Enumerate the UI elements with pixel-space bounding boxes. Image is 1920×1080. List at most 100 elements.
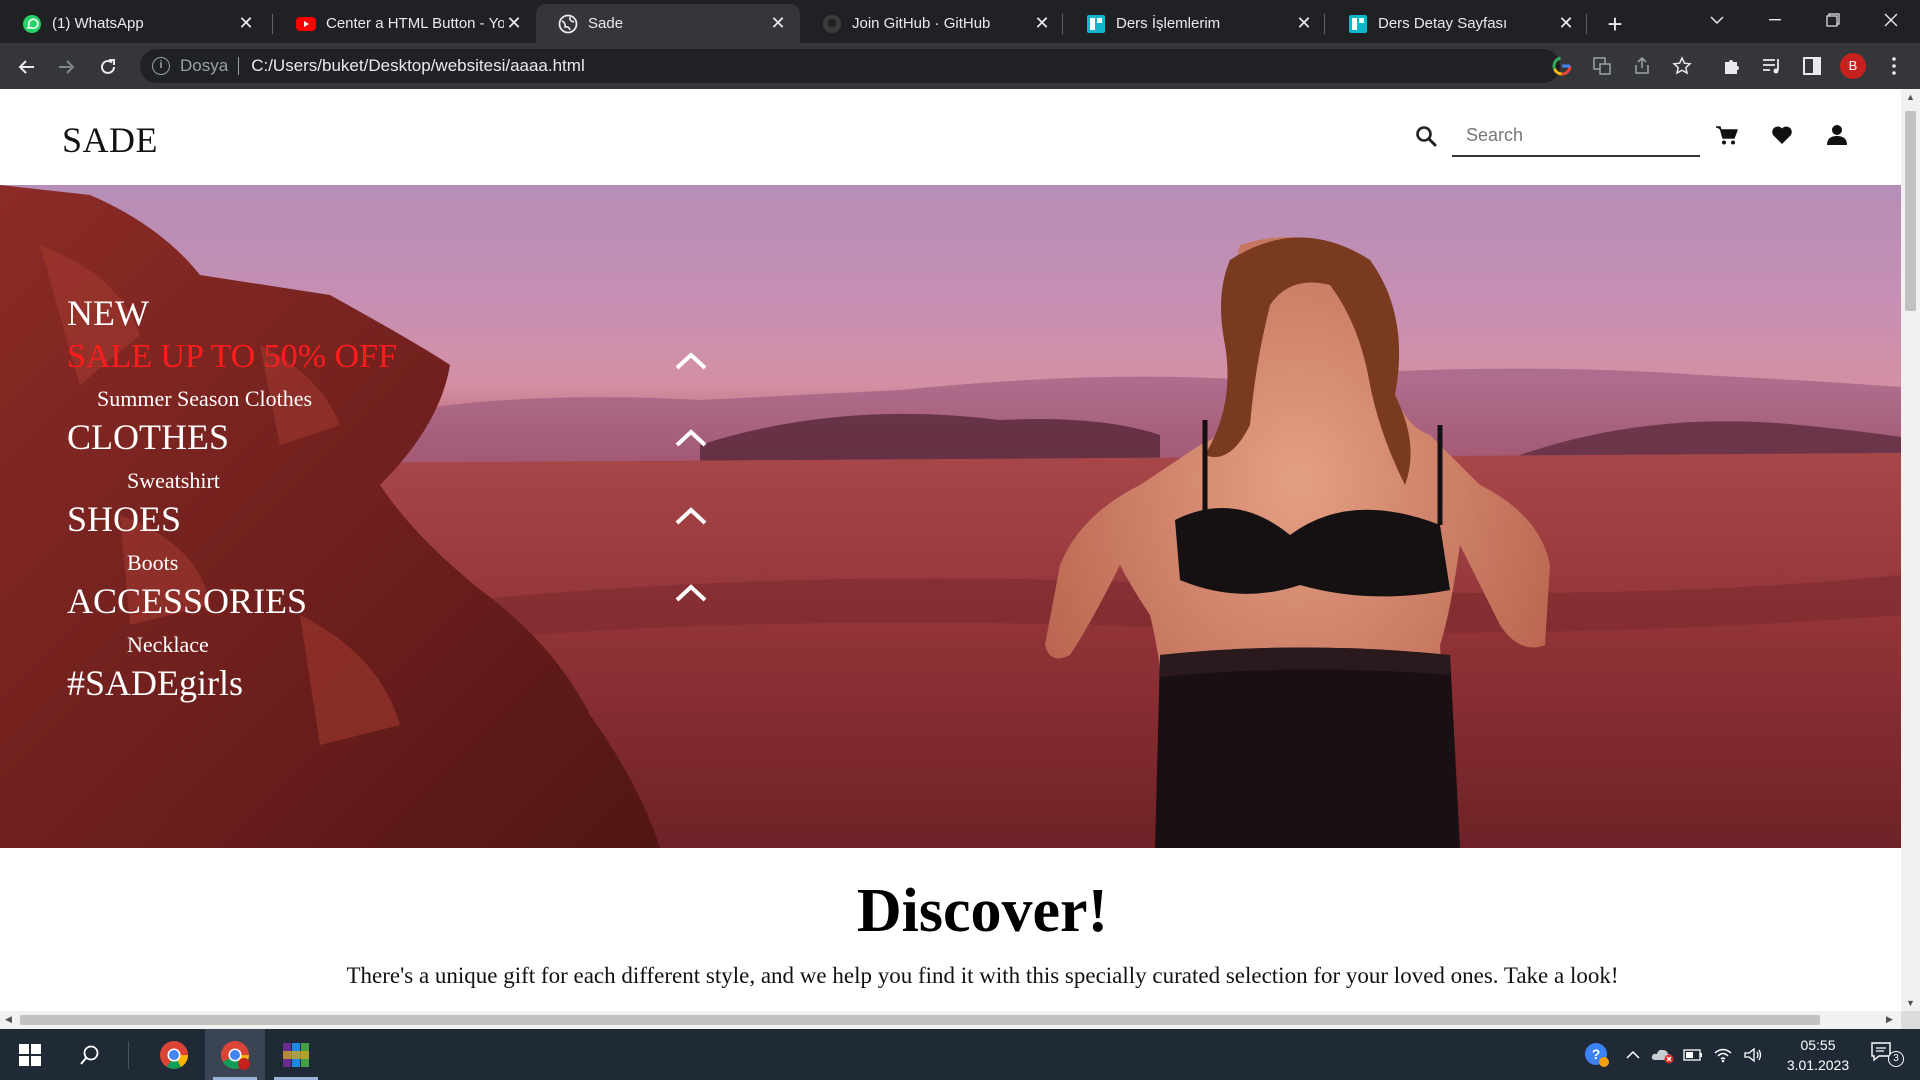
window-controls: [1688, 0, 1920, 40]
globe-icon: [558, 14, 578, 34]
site-logo[interactable]: SADE: [62, 119, 158, 161]
hero-category-menu: NEW SALE UP TO 50% OFF Summer Season Clo…: [67, 293, 397, 703]
close-tab-icon[interactable]: ✕: [1556, 13, 1576, 34]
onedrive-icon[interactable]: [1648, 1046, 1678, 1064]
search-input[interactable]: [1452, 115, 1700, 157]
menu-boots[interactable]: Boots: [67, 545, 397, 581]
system-tray: ?: [1582, 1029, 1768, 1080]
close-tab-icon[interactable]: ✕: [504, 13, 524, 34]
chevron-up-icon[interactable]: [673, 505, 709, 527]
menu-sweatshirt[interactable]: Sweatshirt: [67, 463, 397, 499]
search-icon[interactable]: [1415, 125, 1437, 147]
tab-title: Ders İşlemlerim: [1116, 15, 1221, 32]
notification-count-badge: 3: [1888, 1051, 1904, 1067]
scroll-down-arrow-icon[interactable]: ▼: [1906, 998, 1915, 1008]
scroll-thumb[interactable]: [1905, 111, 1916, 311]
url-text[interactable]: C:/Users/buket/Desktop/websitesi/aaaa.ht…: [251, 56, 585, 76]
app-icon: [1086, 14, 1106, 34]
forward-button[interactable]: [51, 51, 83, 83]
menu-shoes[interactable]: SHOES: [67, 499, 397, 539]
close-tab-icon[interactable]: ✕: [236, 13, 256, 34]
tab-ders-islemlerim[interactable]: Ders İşlemlerim ✕: [1064, 4, 1326, 43]
tab-title: Ders Detay Sayfası: [1378, 15, 1508, 32]
menu-accessories[interactable]: ACCESSORIES: [67, 581, 397, 621]
new-tab-button[interactable]: +: [1598, 7, 1632, 41]
menu-summer-clothes[interactable]: Summer Season Clothes: [67, 381, 397, 417]
minimize-button[interactable]: [1746, 0, 1804, 40]
tab-strip: (1) WhatsApp ✕ Center a HTML Button - Yo…: [0, 0, 1920, 43]
chevron-up-icon[interactable]: [673, 350, 709, 372]
tab-title: Join GitHub · GitHub: [852, 15, 991, 32]
menu-sale[interactable]: SALE UP TO 50% OFF: [67, 333, 397, 381]
hero-banner: NEW SALE UP TO 50% OFF Summer Season Clo…: [0, 185, 1901, 848]
menu-kebab-icon[interactable]: [1880, 52, 1908, 80]
restore-button[interactable]: [1804, 0, 1862, 40]
bookmark-star-icon[interactable]: [1668, 52, 1696, 80]
taskbar-divider: [128, 1041, 129, 1069]
close-tab-icon[interactable]: ✕: [1032, 13, 1052, 34]
windows-taskbar: ? 05:55 3.01.2023 3: [0, 1029, 1920, 1080]
tab-whatsapp[interactable]: (1) WhatsApp ✕: [0, 4, 268, 43]
browser-toolbar: i Dosya C:/Users/buket/Desktop/websitesi…: [0, 43, 1920, 89]
scroll-up-arrow-icon[interactable]: ▲: [1906, 92, 1915, 102]
volume-icon[interactable]: [1738, 1047, 1768, 1063]
cart-icon[interactable]: [1715, 123, 1739, 147]
tab-title: (1) WhatsApp: [52, 15, 144, 32]
user-icon[interactable]: [1825, 123, 1849, 147]
translate-icon[interactable]: [1588, 52, 1616, 80]
menu-new[interactable]: NEW: [67, 293, 397, 333]
back-button[interactable]: [10, 51, 42, 83]
tab-search-icon[interactable]: [1688, 0, 1746, 40]
side-panel-icon[interactable]: [1798, 52, 1826, 80]
menu-clothes[interactable]: CLOTHES: [67, 417, 397, 457]
scroll-left-arrow-icon[interactable]: ◀: [5, 1014, 12, 1025]
tab-youtube[interactable]: Center a HTML Button - Yo ✕: [274, 4, 536, 43]
close-tab-icon[interactable]: ✕: [1294, 13, 1314, 34]
extensions-icon[interactable]: [1718, 52, 1746, 80]
app-icon: [1348, 14, 1368, 34]
taskbar-clock[interactable]: 05:55 3.01.2023: [1770, 1035, 1866, 1075]
chevron-up-icon[interactable]: [673, 427, 709, 449]
horizontal-scrollbar[interactable]: ◀ ▶: [0, 1011, 1901, 1029]
scroll-thumb[interactable]: [20, 1015, 1820, 1025]
discover-description: There's a unique gift for each different…: [346, 963, 1619, 988]
close-tab-icon[interactable]: ✕: [768, 13, 788, 34]
address-bar[interactable]: i Dosya C:/Users/buket/Desktop/websitesi…: [140, 49, 1560, 83]
menu-hashtag[interactable]: #SADEgirls: [67, 663, 397, 703]
google-icon[interactable]: [1548, 52, 1576, 80]
heart-icon[interactable]: [1770, 123, 1794, 147]
site-header: SADE: [0, 89, 1901, 185]
chrome-app-icon[interactable]: [144, 1029, 204, 1080]
chevron-up-icon[interactable]: [673, 582, 709, 604]
wifi-icon[interactable]: [1708, 1047, 1738, 1063]
scroll-right-arrow-icon[interactable]: ▶: [1886, 1014, 1893, 1025]
discover-heading: Discover!: [856, 877, 1109, 945]
profile-avatar[interactable]: B: [1840, 53, 1866, 79]
tab-github[interactable]: Join GitHub · GitHub ✕: [800, 4, 1064, 43]
chrome-profile-app-icon[interactable]: [205, 1029, 265, 1080]
scrollbar-corner: [1901, 1011, 1920, 1029]
whatsapp-icon: [22, 14, 42, 34]
search-icon[interactable]: [60, 1029, 120, 1080]
vertical-scrollbar[interactable]: ▲ ▼: [1901, 89, 1920, 1011]
tab-ders-detay[interactable]: Ders Detay Sayfası ✕: [1326, 4, 1588, 43]
tab-divider: [1324, 14, 1325, 34]
menu-necklace[interactable]: Necklace: [67, 627, 397, 663]
reload-button[interactable]: [92, 51, 124, 83]
share-icon[interactable]: [1628, 52, 1656, 80]
chevron-up-icon[interactable]: [1618, 1050, 1648, 1060]
help-icon[interactable]: ?: [1582, 1042, 1612, 1068]
divider: [238, 57, 240, 75]
start-button[interactable]: [0, 1029, 60, 1080]
github-icon: [822, 14, 842, 34]
clock-time: 05:55: [1800, 1037, 1836, 1053]
winrar-app-icon[interactable]: [266, 1029, 326, 1080]
media-control-icon[interactable]: [1758, 52, 1786, 80]
site-info-icon[interactable]: i: [152, 57, 170, 75]
battery-icon[interactable]: [1678, 1048, 1708, 1061]
notification-center-button[interactable]: 3: [1868, 1039, 1904, 1069]
tab-sade[interactable]: Sade ✕: [536, 4, 800, 43]
close-window-button[interactable]: [1862, 0, 1920, 40]
scheme-label: Dosya: [180, 56, 229, 75]
page-viewport: SADE Search NEW SALE UP TO 50% OFF Summe…: [0, 89, 1901, 1011]
